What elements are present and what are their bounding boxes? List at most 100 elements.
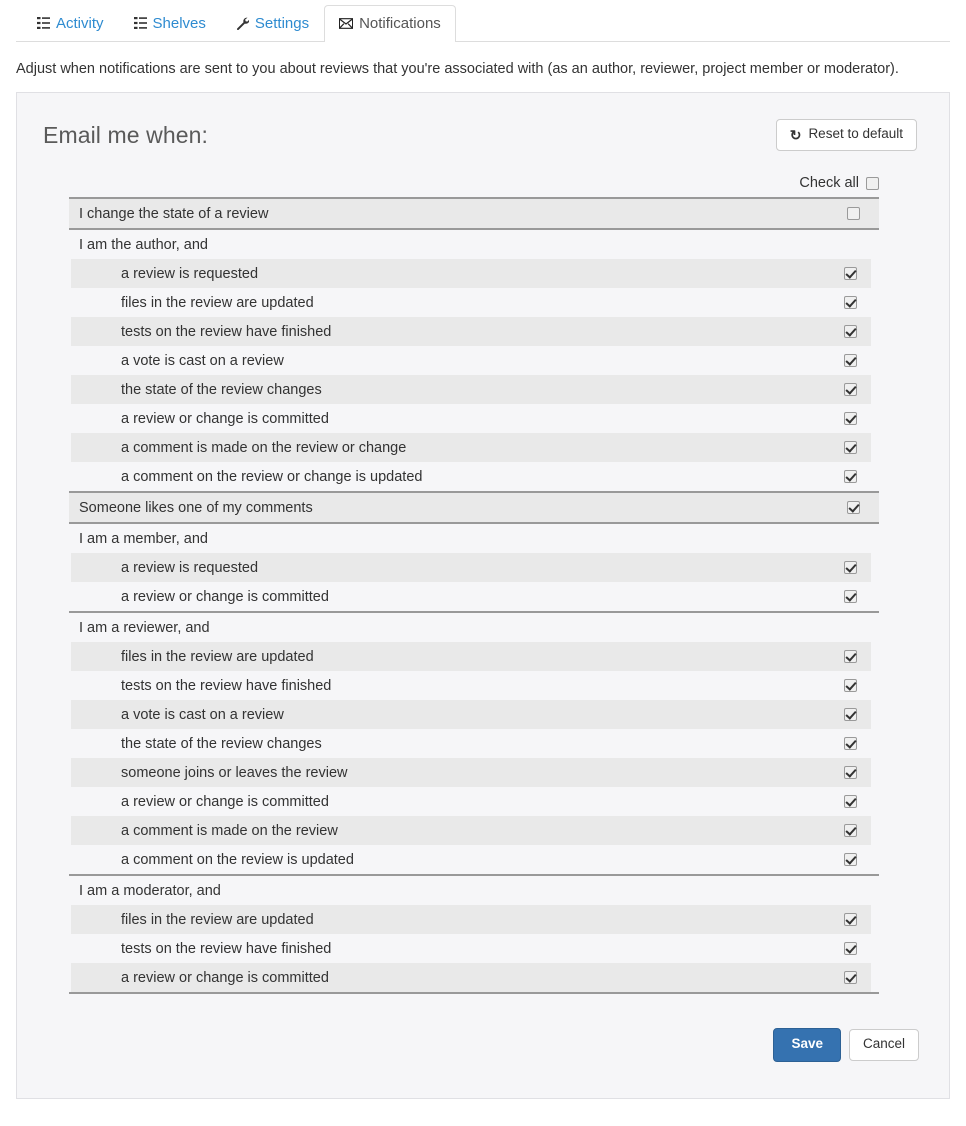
notification-setting-checkbox[interactable] <box>843 441 857 455</box>
notification-setting-row[interactable]: the state of the review changes <box>71 375 871 405</box>
notification-setting-row[interactable]: Someone likes one of my comments <box>69 493 879 523</box>
notification-setting-label: a vote is cast on a review <box>121 706 284 723</box>
checkbox-cell <box>829 795 871 809</box>
notification-setting-row[interactable]: someone joins or leaves the review <box>71 758 871 788</box>
notification-setting-row[interactable]: a comment is made on the review <box>71 816 871 846</box>
notification-setting-label: I change the state of a review <box>79 205 269 222</box>
notification-setting-checkbox[interactable] <box>843 267 857 281</box>
notification-setting-row[interactable]: a comment is made on the review or chang… <box>71 433 871 463</box>
notification-setting-checkbox[interactable] <box>846 501 860 515</box>
notification-setting-checkbox[interactable] <box>843 650 857 664</box>
notification-setting-checkbox[interactable] <box>843 913 857 927</box>
tab-settings[interactable]: Settings <box>221 5 324 43</box>
tab-activity[interactable]: Activity <box>22 5 119 43</box>
notification-setting-checkbox[interactable] <box>843 590 857 604</box>
panel-header: Email me when: ↻ Reset to default <box>17 93 949 152</box>
group-header-label: I am a moderator, and <box>79 882 221 899</box>
settings-group: I change the state of a review <box>69 197 879 229</box>
group-header-label: I am a member, and <box>79 530 208 547</box>
group-header-label: I am a reviewer, and <box>79 619 210 636</box>
tab-label: Activity <box>56 14 104 32</box>
check-all-checkbox[interactable] <box>866 176 879 190</box>
tab-bar: Activity Shelves Settings Notifications <box>16 0 950 42</box>
notification-setting-checkbox[interactable] <box>843 383 857 397</box>
checkbox-cell <box>829 267 871 281</box>
notification-setting-row[interactable]: I change the state of a review <box>69 199 879 229</box>
notification-setting-label: a vote is cast on a review <box>121 352 284 369</box>
list-grid-icon <box>133 17 147 30</box>
notification-setting-row[interactable]: a review is requested <box>71 259 871 289</box>
notification-setting-label: tests on the review have finished <box>121 323 332 340</box>
notification-setting-label: a review or change is committed <box>121 793 329 810</box>
cancel-button[interactable]: Cancel <box>848 1029 919 1062</box>
check-all-row: Check all <box>69 175 879 197</box>
notification-setting-checkbox[interactable] <box>843 766 857 780</box>
notification-setting-checkbox[interactable] <box>843 325 857 339</box>
notification-setting-row[interactable]: a comment on the review is updated <box>71 845 871 874</box>
notification-setting-row[interactable]: files in the review are updated <box>71 905 871 935</box>
notification-setting-label: files in the review are updated <box>121 648 314 665</box>
notification-setting-checkbox[interactable] <box>843 470 857 484</box>
notification-setting-checkbox[interactable] <box>843 971 857 985</box>
checkbox-cell <box>829 561 871 575</box>
notification-setting-checkbox[interactable] <box>843 412 857 426</box>
notification-setting-label: a comment on the review is updated <box>121 851 354 868</box>
list-icon <box>37 17 50 30</box>
notification-setting-label: tests on the review have finished <box>121 940 332 957</box>
notification-setting-checkbox[interactable] <box>843 679 857 693</box>
notification-setting-row[interactable]: the state of the review changes <box>71 729 871 758</box>
checkbox-cell <box>829 325 871 339</box>
notification-setting-label: files in the review are updated <box>121 911 314 928</box>
checkbox-cell <box>829 708 871 722</box>
notification-setting-row[interactable]: files in the review are updated <box>71 288 871 317</box>
notification-setting-row[interactable]: a review or change is committed <box>71 787 871 816</box>
notification-setting-checkbox[interactable] <box>843 795 857 809</box>
reset-to-default-button[interactable]: ↻ Reset to default <box>775 119 917 152</box>
notification-setting-checkbox[interactable] <box>843 737 857 751</box>
checkbox-cell <box>829 383 871 397</box>
checkbox-cell <box>829 679 871 693</box>
notification-setting-row[interactable]: a review or change is committed <box>71 404 871 433</box>
notification-setting-row[interactable]: a vote is cast on a review <box>71 346 871 375</box>
group-header-label: I am the author, and <box>79 236 208 253</box>
notification-setting-checkbox[interactable] <box>843 354 857 368</box>
settings-group: Someone likes one of my comments <box>69 491 879 523</box>
notification-setting-row[interactable]: tests on the review have finished <box>71 934 871 963</box>
group-header-row: I am the author, and <box>69 230 879 259</box>
checkbox-cell <box>829 824 871 838</box>
notification-setting-row[interactable]: a review is requested <box>71 553 871 583</box>
tab-label: Notifications <box>359 14 441 32</box>
group-header-row: I am a moderator, and <box>69 876 879 905</box>
notification-setting-row[interactable]: a review or change is committed <box>71 963 871 993</box>
notification-settings-table: Check all I change the state of a review… <box>69 175 879 995</box>
notification-setting-checkbox[interactable] <box>846 207 860 221</box>
checkbox-cell <box>829 737 871 751</box>
tab-notifications[interactable]: Notifications <box>324 4 456 42</box>
notification-setting-row[interactable]: tests on the review have finished <box>71 317 871 347</box>
notification-setting-row[interactable]: files in the review are updated <box>71 642 871 672</box>
settings-group: I am a moderator, and files in the review… <box>69 874 879 995</box>
notification-setting-label: a review or change is committed <box>121 410 329 427</box>
tab-label: Shelves <box>152 14 206 32</box>
notification-setting-row[interactable]: a vote is cast on a review <box>71 700 871 730</box>
notification-setting-label: tests on the review have finished <box>121 677 332 694</box>
checkbox-cell <box>827 207 879 221</box>
notification-setting-row[interactable]: a review or change is committed <box>71 582 871 611</box>
notifications-panel: Email me when: ↻ Reset to default Check … <box>16 92 950 1100</box>
notification-setting-checkbox[interactable] <box>843 296 857 310</box>
notification-setting-label: a comment is made on the review or chang… <box>121 439 407 456</box>
notification-setting-row[interactable]: tests on the review have finished <box>71 671 871 700</box>
notification-setting-checkbox[interactable] <box>843 853 857 867</box>
notification-setting-checkbox[interactable] <box>843 561 857 575</box>
save-button[interactable]: Save <box>773 1028 841 1063</box>
notification-setting-label: a review or change is committed <box>121 969 329 986</box>
notification-setting-checkbox[interactable] <box>843 942 857 956</box>
notification-setting-row[interactable]: a comment on the review or change is upd… <box>71 462 871 491</box>
tab-shelves[interactable]: Shelves <box>119 5 221 43</box>
notification-setting-checkbox[interactable] <box>843 824 857 838</box>
tab-label: Settings <box>254 14 310 32</box>
checkbox-cell <box>827 501 879 515</box>
notification-setting-checkbox[interactable] <box>843 708 857 722</box>
group-header-row: I am a reviewer, and <box>69 613 879 642</box>
checkbox-cell <box>829 412 871 426</box>
